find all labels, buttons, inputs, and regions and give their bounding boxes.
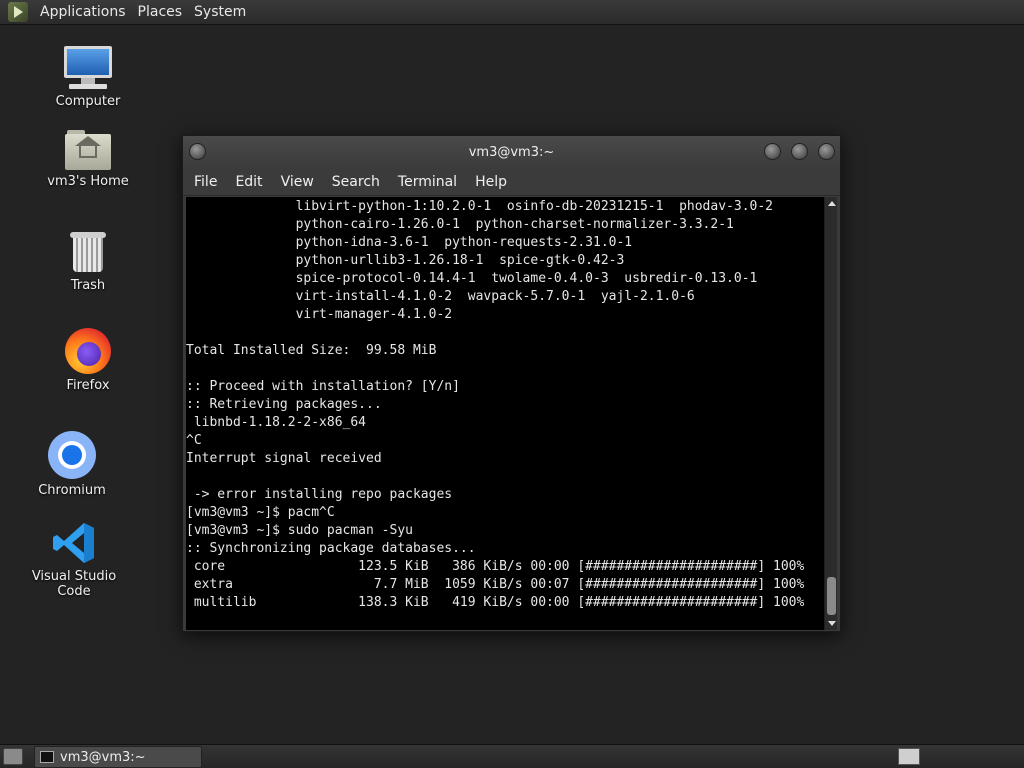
menu-search[interactable]: Search bbox=[325, 174, 387, 190]
menu-file[interactable]: File bbox=[187, 174, 224, 190]
desktop-icon-label: Trash bbox=[70, 278, 106, 293]
terminal-line: python-urllib3-1.26.18-1 spice-gtk-0.42-… bbox=[186, 253, 625, 268]
distro-logo-icon[interactable] bbox=[8, 2, 28, 22]
menu-terminal[interactable]: Terminal bbox=[391, 174, 464, 190]
chromium-icon bbox=[48, 431, 96, 479]
terminal-line: :: Synchronizing package databases... bbox=[186, 541, 476, 556]
workspace-switcher[interactable] bbox=[898, 748, 920, 765]
maximize-icon[interactable] bbox=[791, 143, 808, 160]
terminal-line: Interrupt signal received bbox=[186, 451, 382, 466]
system-menu[interactable]: System bbox=[188, 4, 252, 20]
show-desktop-icon[interactable] bbox=[3, 748, 23, 765]
terminal-line: libnbd-1.18.2-2-x86_64 bbox=[186, 415, 367, 430]
menu-help[interactable]: Help bbox=[468, 174, 514, 190]
scroll-down-arrow-icon[interactable] bbox=[828, 621, 836, 626]
terminal-output[interactable]: libvirt-python-1:10.2.0-1 osinfo-db-2023… bbox=[186, 197, 824, 630]
close-icon[interactable] bbox=[818, 143, 835, 160]
trash-icon bbox=[70, 230, 106, 274]
terminal-line: virt-manager-4.1.0-2 bbox=[186, 307, 453, 322]
taskbar-window-terminal[interactable]: vm3@vm3:~ bbox=[34, 746, 202, 768]
terminal-line: libvirt-python-1:10.2.0-1 osinfo-db-2023… bbox=[186, 199, 773, 214]
terminal-line: [vm3@vm3 ~]$ pacm^C bbox=[186, 505, 335, 520]
desktop-icon-firefox[interactable]: Firefox bbox=[28, 328, 148, 393]
terminal-scrollbar[interactable] bbox=[824, 197, 837, 630]
terminal-line: spice-protocol-0.14.4-1 twolame-0.4.0-3 … bbox=[186, 271, 758, 286]
taskbar-window-label: vm3@vm3:~ bbox=[60, 749, 146, 765]
desktop-icon-label: Visual Studio Code bbox=[31, 569, 117, 599]
terminal-line: [vm3@vm3 ~]$ sudo pacman -Syu bbox=[186, 523, 413, 538]
terminal-line: ^C bbox=[186, 433, 202, 448]
minimize-icon[interactable] bbox=[764, 143, 781, 160]
terminal-line: virt-install-4.1.0-2 wavpack-5.7.0-1 yaj… bbox=[186, 289, 695, 304]
desktop-icon-label: Computer bbox=[55, 94, 121, 109]
desktop-icon-chromium[interactable]: Chromium bbox=[12, 431, 132, 498]
terminal-line: core 123.5 KiB 386 KiB/s 00:00 [########… bbox=[186, 559, 805, 574]
places-menu[interactable]: Places bbox=[132, 4, 189, 20]
bottom-taskbar: vm3@vm3:~ bbox=[0, 744, 1024, 768]
desktop-icon-home[interactable]: vm3's Home bbox=[28, 130, 148, 189]
home-folder-icon bbox=[65, 130, 111, 170]
applications-menu[interactable]: Applications bbox=[34, 4, 132, 20]
terminal-line: python-idna-3.6-1 python-requests-2.31.0… bbox=[186, 235, 633, 250]
desktop-icon-trash[interactable]: Trash bbox=[28, 230, 148, 293]
terminal-window[interactable]: vm3@vm3:~ File Edit View Search Terminal… bbox=[182, 135, 841, 632]
desktop-icon-label: Chromium bbox=[38, 483, 106, 498]
desktop-icon-vscode[interactable]: Visual Studio Code bbox=[14, 521, 134, 599]
desktop-icon-computer[interactable]: Computer bbox=[28, 46, 148, 109]
top-panel: Applications Places System bbox=[0, 0, 1024, 25]
desktop-icon-label: Firefox bbox=[66, 378, 110, 393]
window-menu-icon[interactable] bbox=[189, 143, 206, 160]
terminal-line: Total Installed Size: 99.58 MiB bbox=[186, 343, 437, 358]
desktop-icon-label: vm3's Home bbox=[47, 174, 129, 189]
menu-edit[interactable]: Edit bbox=[228, 174, 269, 190]
computer-icon bbox=[63, 46, 113, 90]
terminal-menubar: File Edit View Search Terminal Help bbox=[183, 168, 840, 196]
terminal-line: python-cairo-1.26.0-1 python-charset-nor… bbox=[186, 217, 734, 232]
vscode-icon bbox=[52, 521, 96, 565]
menu-view[interactable]: View bbox=[274, 174, 321, 190]
terminal-icon bbox=[40, 751, 54, 763]
terminal-line: multilib 138.3 KiB 419 KiB/s 00:00 [####… bbox=[186, 595, 805, 610]
window-titlebar[interactable]: vm3@vm3:~ bbox=[183, 136, 840, 168]
window-title: vm3@vm3:~ bbox=[468, 144, 555, 160]
terminal-line: extra 7.7 MiB 1059 KiB/s 00:07 [########… bbox=[186, 577, 805, 592]
terminal-line: :: Retrieving packages... bbox=[186, 397, 382, 412]
terminal-line: :: Proceed with installation? [Y/n] bbox=[186, 379, 460, 394]
scrollbar-thumb[interactable] bbox=[827, 577, 836, 615]
firefox-icon bbox=[65, 328, 111, 374]
scroll-up-arrow-icon[interactable] bbox=[828, 201, 836, 206]
terminal-line: -> error installing repo packages bbox=[186, 487, 453, 502]
